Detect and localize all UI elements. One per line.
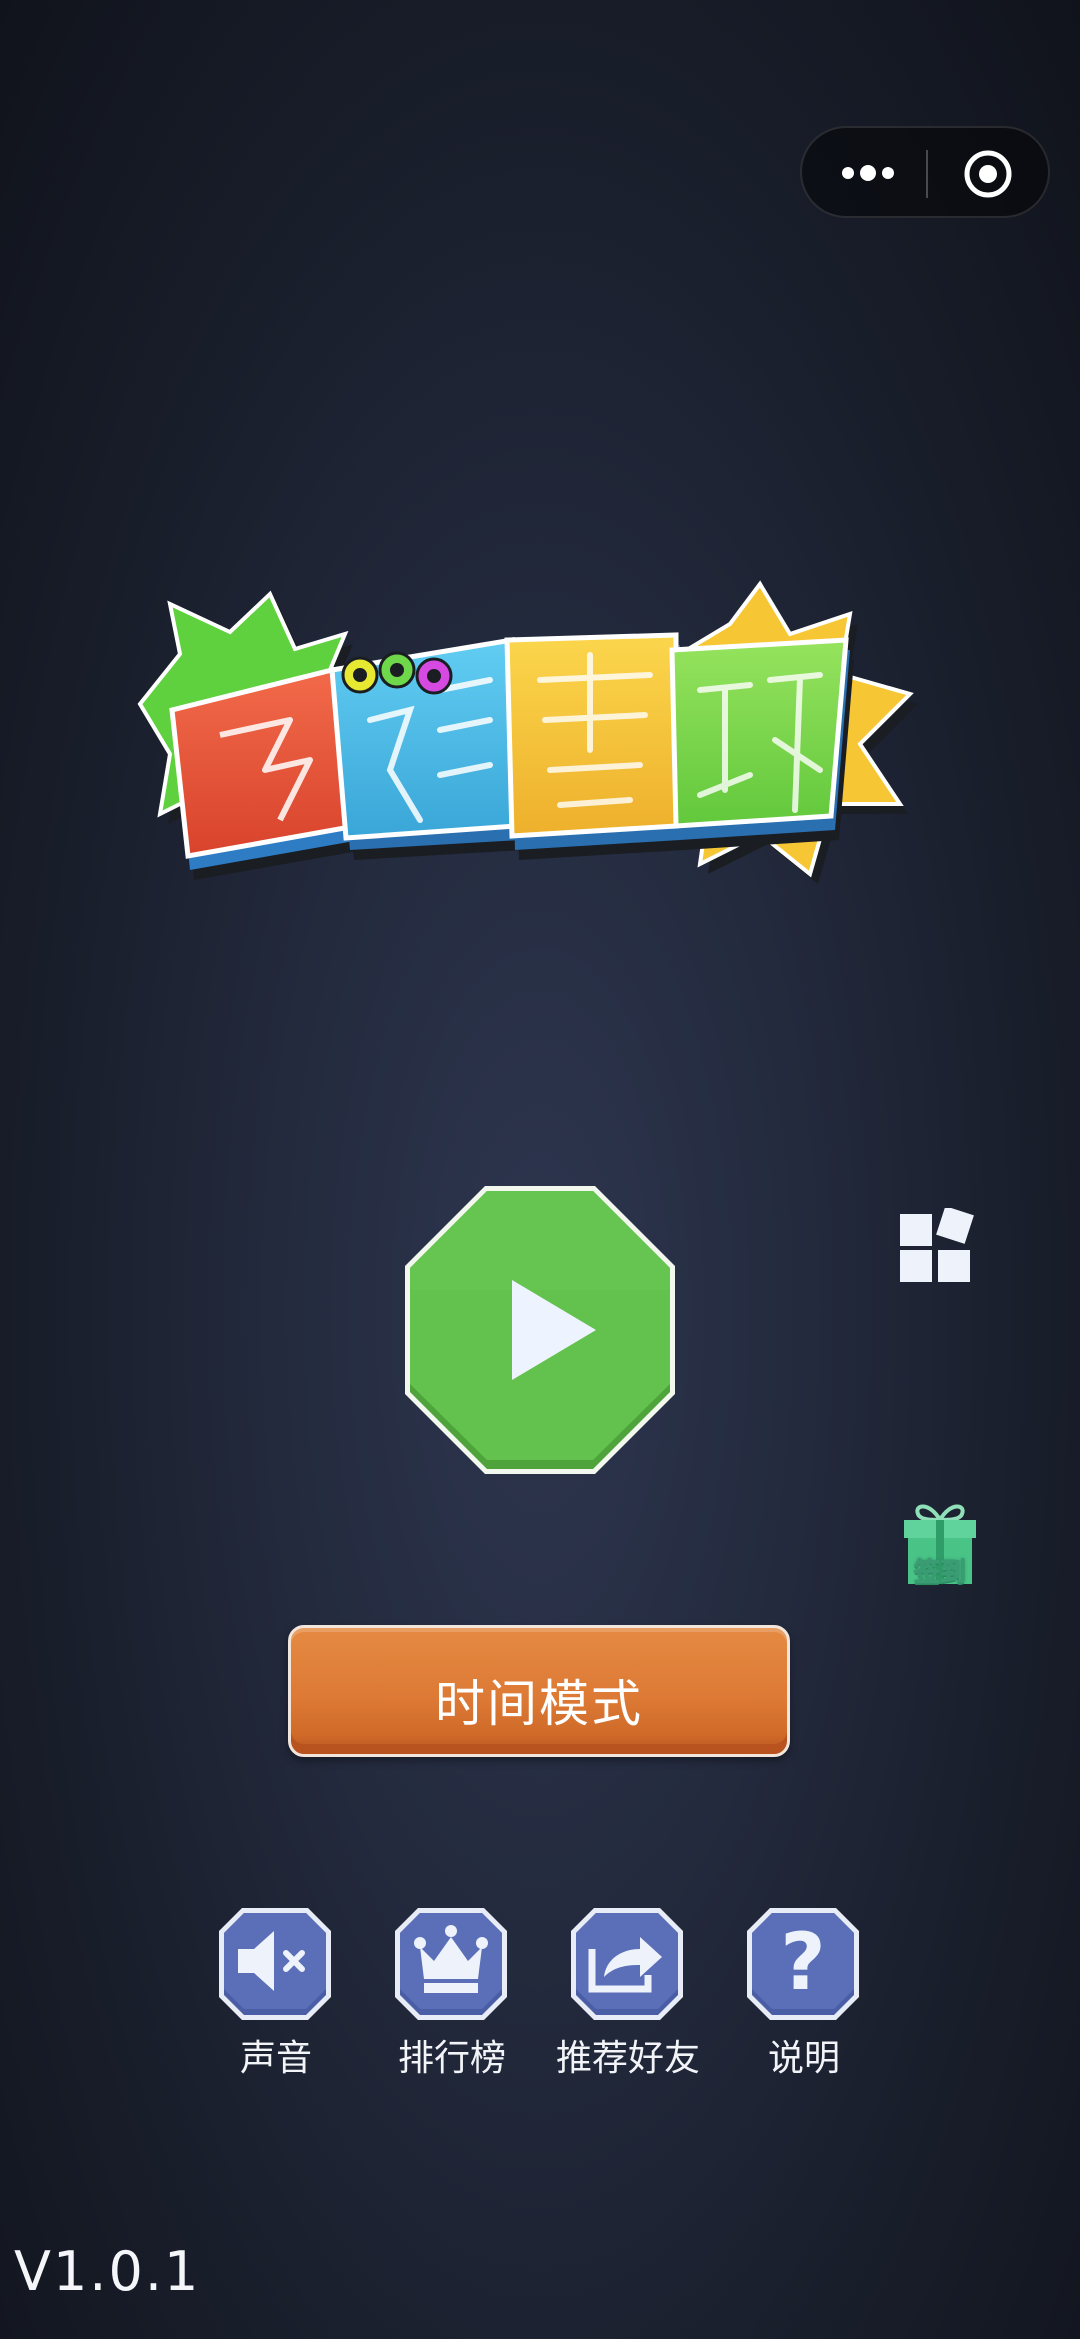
logo-char-tao bbox=[504, 632, 684, 860]
svg-text:多: 多 bbox=[191, 672, 341, 846]
version-label: V1.0.1 bbox=[14, 2240, 201, 2303]
logo-char-cai bbox=[329, 637, 524, 860]
menu-tile-help: ? bbox=[747, 1908, 859, 2020]
checkin-button[interactable]: 签到 bbox=[896, 1500, 984, 1600]
recommend-friend-button[interactable]: 推荐好友 bbox=[548, 1905, 708, 2079]
question-icon: ? bbox=[780, 1918, 825, 2008]
instructions-button[interactable]: ? 说明 bbox=[724, 1905, 884, 2079]
recommend-friend-label: 推荐好友 bbox=[555, 2038, 700, 2079]
instructions-label: 说明 bbox=[767, 2038, 840, 2079]
menu-tile-sound bbox=[219, 1908, 331, 2020]
leaderboard-button[interactable]: 排行榜 bbox=[372, 1905, 532, 2079]
sound-label: 声音 bbox=[239, 2038, 312, 2079]
logo-char-huan bbox=[669, 637, 854, 850]
sound-button[interactable]: 声音 bbox=[196, 1905, 356, 2079]
target-circle-icon[interactable] bbox=[962, 148, 1014, 200]
menu-tile-share bbox=[571, 1908, 683, 2020]
time-mode-button[interactable]: 时间模式 bbox=[288, 1625, 790, 1757]
more-dots-icon[interactable] bbox=[840, 153, 896, 193]
capsule-divider bbox=[926, 150, 928, 198]
checkin-label: 签到 bbox=[913, 1558, 966, 1589]
game-logo: 多 bbox=[120, 570, 960, 910]
play-button[interactable] bbox=[400, 1180, 680, 1480]
leaderboard-label: 排行榜 bbox=[397, 2038, 506, 2079]
flower-dots-decoration bbox=[341, 651, 453, 695]
wechat-capsule bbox=[800, 126, 1050, 218]
grid-squares-icon[interactable] bbox=[898, 1206, 974, 1284]
time-mode-label: 时间模式 bbox=[435, 1675, 643, 1733]
svg-text:?: ? bbox=[780, 1918, 825, 2008]
menu-tile-leaderboard bbox=[395, 1908, 507, 2020]
